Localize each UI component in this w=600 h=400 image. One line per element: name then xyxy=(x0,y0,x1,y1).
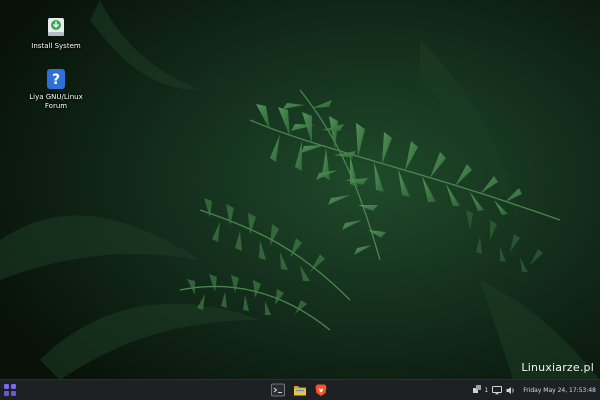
system-tray: 1 Friday May 24, 17:53:48 xyxy=(473,380,596,400)
desktop-icon-forum[interactable]: ? Liya GNU/Linux Forum xyxy=(21,68,91,111)
brave-icon xyxy=(315,384,327,396)
app-grid-icon xyxy=(4,384,16,396)
volume-icon xyxy=(506,386,514,394)
network-badge: 1 xyxy=(484,386,489,394)
network-tray[interactable]: 1 xyxy=(473,385,488,395)
install-icon xyxy=(48,18,64,36)
app-menu-button[interactable] xyxy=(3,382,17,398)
help-question-icon: ? xyxy=(47,69,65,89)
files-icon xyxy=(294,386,306,396)
wallpaper xyxy=(0,0,600,400)
display-tray[interactable] xyxy=(492,385,503,395)
desktop-icon-label: Install System xyxy=(31,42,81,50)
terminal-icon xyxy=(271,383,285,397)
taskbar-item-files[interactable] xyxy=(292,382,308,398)
volume-tray[interactable] xyxy=(506,386,516,395)
taskbar: 1 Friday May 24, 17:53:48 xyxy=(0,379,600,400)
desktop-screen: Install System ? Liya GNU/Linux Forum Li… xyxy=(0,0,600,400)
taskbar-item-terminal[interactable] xyxy=(270,382,286,398)
clock[interactable]: Friday May 24, 17:53:48 xyxy=(523,387,596,394)
monitor-icon xyxy=(492,385,503,394)
svg-text:?: ? xyxy=(52,72,60,88)
watermark-text: Linuxiarze.pl xyxy=(521,361,594,374)
network-icon xyxy=(473,385,482,393)
taskbar-item-brave[interactable] xyxy=(313,382,329,398)
desktop-icon-label: Liya GNU/Linux Forum xyxy=(29,93,83,110)
desktop-icon-install-system[interactable]: Install System xyxy=(21,17,91,51)
